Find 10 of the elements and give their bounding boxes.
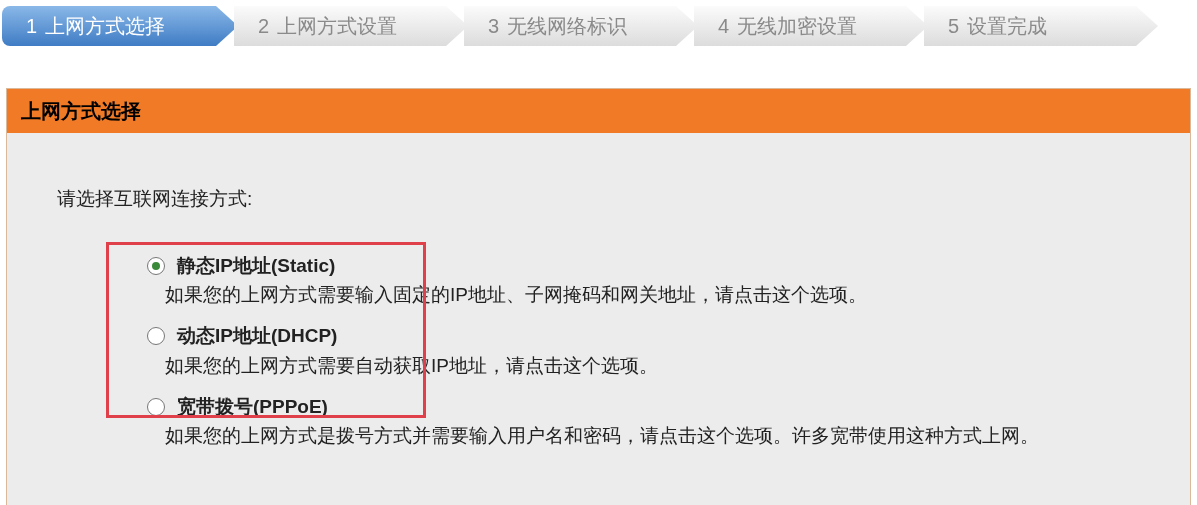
option-label: 静态IP地址(Static) xyxy=(177,253,336,278)
option-description: 如果您的上网方式是拨号方式并需要输入用户名和密码，请点击这个选项。许多宽带使用这种方式上网。 xyxy=(164,424,1040,448)
option-label: 宽带拨号(PPPoE) xyxy=(177,394,328,419)
radio-button[interactable] xyxy=(147,397,165,416)
option-label: 动态IP地址(DHCP) xyxy=(177,324,338,348)
prompt-text: 请选择互联网连接方式: xyxy=(57,187,254,211)
wizard-step[interactable]: 5 设置完成 xyxy=(924,6,1158,46)
radio-button[interactable] xyxy=(147,327,165,346)
radio-button[interactable] xyxy=(147,256,165,275)
panel-header: 上网方式选择 xyxy=(7,89,1190,133)
